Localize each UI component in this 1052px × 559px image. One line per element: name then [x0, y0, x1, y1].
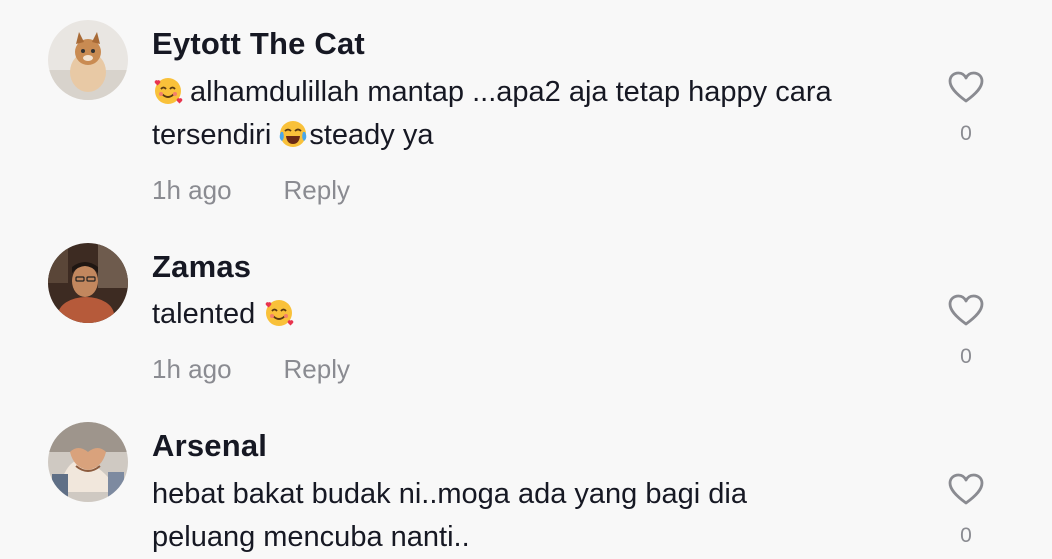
face-with-tears-of-joy-icon — [277, 118, 309, 150]
comment-text: alhamdulillah mantap ...apa2 aja tetap h… — [152, 71, 912, 157]
comment-username[interactable]: Arsenal — [152, 428, 267, 464]
comment-meta: 1h ago Reply — [152, 175, 350, 206]
comment-text-part: alhamdulillah mantap ...apa2 aja tetap h… — [190, 76, 832, 108]
comment-username[interactable]: Eytott The Cat — [152, 26, 365, 62]
heart-icon[interactable] — [946, 68, 986, 108]
like-count: 0 — [960, 524, 972, 547]
comment-text: talented — [152, 293, 912, 336]
comment-item: Eytott The Cat alhamdulillah mantap ...a… — [0, 0, 1052, 230]
comment-text-part: talented — [152, 298, 256, 330]
comment-text-part: steady ya — [309, 119, 434, 151]
comment-username[interactable]: Zamas — [152, 249, 251, 285]
heart-icon[interactable] — [946, 470, 986, 510]
like-count: 0 — [960, 122, 972, 145]
comment-text: hebat bakat budak ni..moga ada yang bagi… — [152, 473, 912, 559]
avatar[interactable] — [48, 422, 128, 502]
comment-time: 1h ago — [152, 175, 232, 205]
smiling-face-with-hearts-icon — [263, 297, 295, 329]
smiling-face-with-hearts-icon — [152, 75, 184, 107]
comment-text-part: tersendiri — [152, 119, 272, 151]
like-count: 0 — [960, 345, 972, 368]
comment-time: 1h ago — [152, 354, 232, 384]
comment-text-part: hebat bakat budak ni..moga ada yang bagi… — [152, 478, 747, 510]
comment-item: Zamas talented 1h ago Reply 0 — [0, 230, 1052, 410]
avatar[interactable] — [48, 20, 128, 100]
comment-text-part: peluang mencuba nanti.. — [152, 521, 470, 553]
avatar[interactable] — [48, 243, 128, 323]
reply-button[interactable]: Reply — [284, 354, 350, 384]
reply-button[interactable]: Reply — [284, 175, 350, 205]
heart-icon[interactable] — [946, 291, 986, 331]
comment-meta: 1h ago Reply — [152, 354, 350, 385]
comment-item: Arsenal hebat bakat budak ni..moga ada y… — [0, 410, 1052, 558]
